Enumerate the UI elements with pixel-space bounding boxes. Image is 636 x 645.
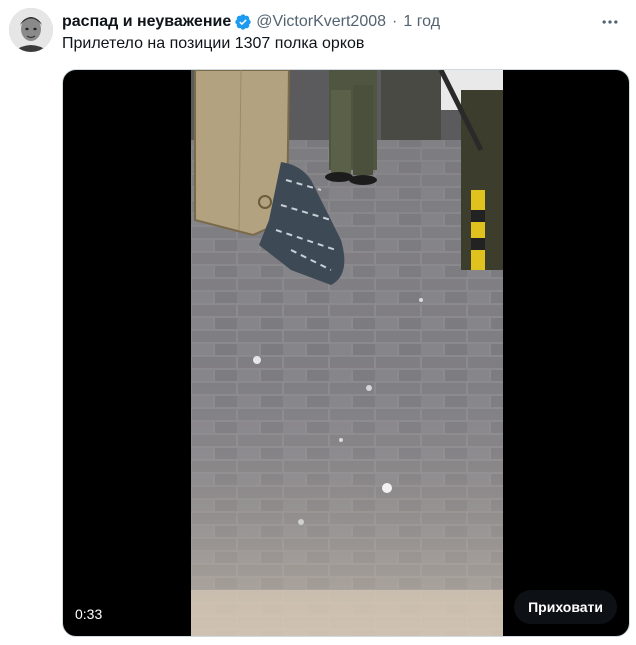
video-frame[interactable] xyxy=(191,70,503,636)
verified-badge-icon xyxy=(235,14,251,30)
separator-dot: · xyxy=(392,13,398,30)
tweet-text: Прилетело на позиции 1307 полка орков xyxy=(62,35,365,52)
video-still-image xyxy=(191,70,503,636)
more-options-icon-glyph xyxy=(602,20,618,24)
video-duration: 0:33 xyxy=(75,606,103,622)
avatar[interactable] xyxy=(9,8,53,52)
user-handle[interactable]: @VictorKvert2008 xyxy=(256,13,386,31)
video-player[interactable]: 0:33 Приховати xyxy=(62,69,630,637)
avatar-image xyxy=(9,8,53,52)
more-options-icon[interactable] xyxy=(598,10,622,34)
hide-button[interactable]: Приховати xyxy=(514,590,617,624)
tweet-timestamp[interactable]: 1 год xyxy=(403,13,440,31)
display-name[interactable]: распад и неуважение xyxy=(62,13,231,31)
tweet-header: распад и неуважение @VictorKvert2008 · 1… xyxy=(62,10,440,34)
